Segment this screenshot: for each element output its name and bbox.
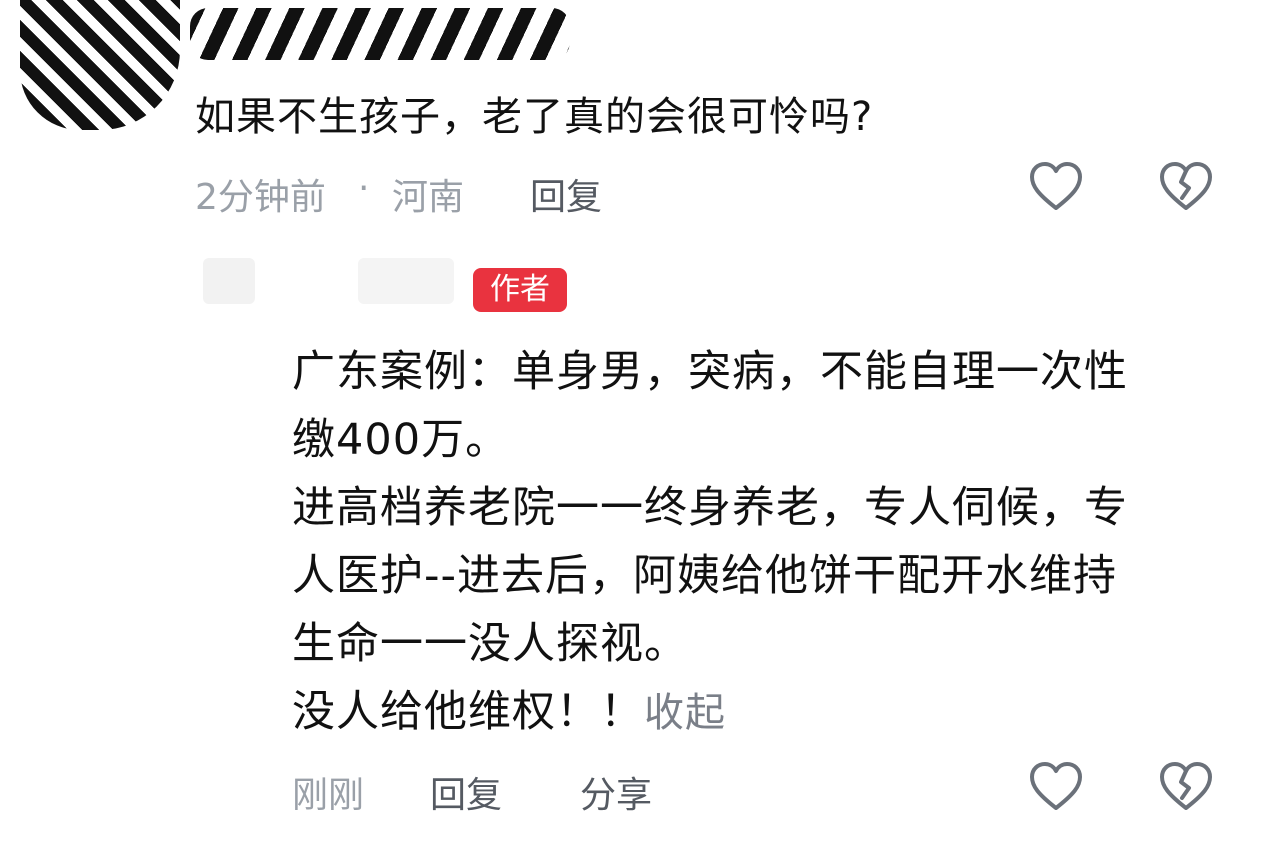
- comment-reply-button[interactable]: 回复: [530, 168, 602, 220]
- heart-outline-icon: [1030, 162, 1082, 210]
- redacted-username: [190, 8, 570, 60]
- broken-heart-icon: [1160, 162, 1212, 210]
- reply-dislike-button[interactable]: [1158, 760, 1214, 816]
- comment-time: 2分钟前: [195, 177, 326, 218]
- reply-line: 人医护--进去后，阿姨给他饼干配开水维持: [292, 551, 1118, 601]
- reply-last-line: 没人给他维权！！收起: [292, 678, 1232, 747]
- author-badge: 作者: [473, 268, 567, 312]
- heart-outline-icon: [1030, 762, 1082, 810]
- reply-line: 没人给他维权！！: [292, 687, 644, 737]
- reply-line: 进高档养老院一一终身养老，专人伺候，专: [292, 483, 1128, 533]
- reply-time: 刚刚: [292, 775, 365, 816]
- reply-avatar-redacted: [203, 258, 255, 304]
- reply-text: 广东案例：单身男，突病，不能自理一次性 缴400万。 进高档养老院一一终身养老，…: [292, 338, 1232, 747]
- reply-username-redacted: [358, 258, 454, 304]
- broken-heart-icon: [1160, 762, 1212, 810]
- reply-line: 生命一一没人探视。: [292, 619, 688, 669]
- comment-location: 河南: [392, 177, 465, 218]
- reply-reply-button[interactable]: 回复: [430, 766, 502, 818]
- reply-like-button[interactable]: [1028, 760, 1084, 816]
- comment-text: 如果不生孩子，老了真的会很可怜吗?: [195, 94, 874, 140]
- reply-line: 广东案例：单身男，突病，不能自理一次性: [292, 347, 1128, 397]
- collapse-link[interactable]: 收起: [644, 690, 726, 736]
- like-button[interactable]: [1028, 160, 1084, 216]
- reply-line: 缴400万。: [292, 415, 510, 465]
- redacted-avatar: [20, 0, 180, 130]
- share-button[interactable]: 分享: [580, 766, 652, 818]
- dislike-button[interactable]: [1158, 160, 1214, 216]
- meta-separator: ·: [358, 168, 370, 209]
